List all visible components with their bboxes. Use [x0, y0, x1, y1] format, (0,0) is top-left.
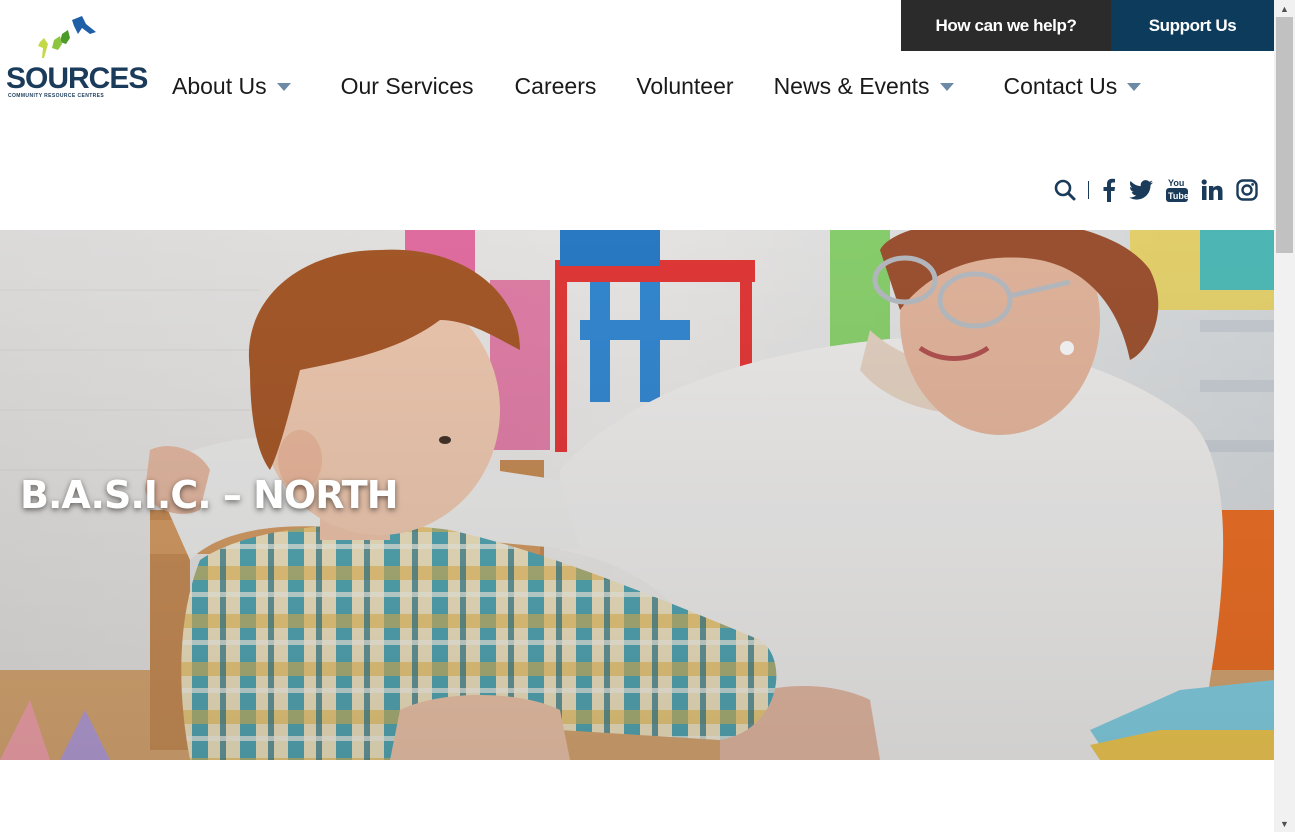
instagram-icon[interactable]	[1236, 179, 1258, 201]
facebook-icon[interactable]	[1102, 178, 1116, 202]
birds-logo-icon	[38, 16, 96, 58]
chevron-down-icon[interactable]	[1127, 83, 1142, 91]
chevron-down-icon[interactable]	[276, 83, 291, 91]
svg-text:Tube: Tube	[1168, 191, 1188, 201]
nav-item-label: News & Events	[773, 72, 930, 99]
scroll-thumb[interactable]	[1276, 17, 1293, 253]
nav-item-about-us[interactable]: About Us	[172, 73, 291, 100]
nav-item-careers[interactable]: Careers	[515, 73, 597, 100]
logo-wordmark: SOURCES	[6, 62, 148, 95]
nav-item-label: Our Services	[340, 72, 474, 99]
youtube-icon[interactable]: You Tube	[1166, 177, 1188, 203]
nav-item-label: Volunteer	[636, 72, 734, 99]
top-actions: How can we help? Support Us	[901, 0, 1274, 51]
nav-item-volunteer[interactable]: Volunteer	[636, 73, 733, 100]
page: How can we help? Support Us SOURCES COMM…	[0, 0, 1274, 832]
nav-item-label: About Us	[172, 72, 267, 99]
social-links: You Tube	[1041, 176, 1258, 204]
scroll-up-arrow-icon[interactable]: ▲	[1274, 0, 1295, 17]
chevron-down-icon[interactable]	[939, 83, 954, 91]
divider	[1088, 181, 1089, 199]
linkedin-icon[interactable]	[1201, 179, 1223, 201]
svg-text:You: You	[1168, 178, 1184, 188]
logo-tagline: COMMUNITY RESOURCE CENTRES	[8, 93, 105, 99]
twitter-icon[interactable]	[1129, 180, 1153, 200]
main-nav: About Us Our Services Careers Volunteer News…	[172, 70, 1142, 102]
scroll-down-arrow-icon[interactable]: ▼	[1274, 815, 1295, 832]
support-us-button[interactable]: Support Us	[1111, 0, 1274, 51]
page-title: B.A.S.I.C. – NORTH	[20, 473, 398, 517]
hero-banner: B.A.S.I.C. – NORTH	[0, 230, 1274, 760]
nav-item-label: Careers	[514, 72, 597, 99]
nav-item-contact-us[interactable]: Contact Us	[1004, 73, 1142, 100]
scrollbar[interactable]: ▲ ▼	[1274, 0, 1295, 832]
nav-item-our-services[interactable]: Our Services	[341, 73, 474, 100]
nav-item-label: Contact Us	[1003, 72, 1118, 99]
nav-item-news-events[interactable]: News & Events	[774, 73, 954, 100]
search-icon[interactable]	[1054, 179, 1076, 201]
site-logo[interactable]: SOURCES COMMUNITY RESOURCE CENTRES	[4, 14, 148, 100]
how-can-we-help-button[interactable]: How can we help?	[901, 0, 1111, 51]
